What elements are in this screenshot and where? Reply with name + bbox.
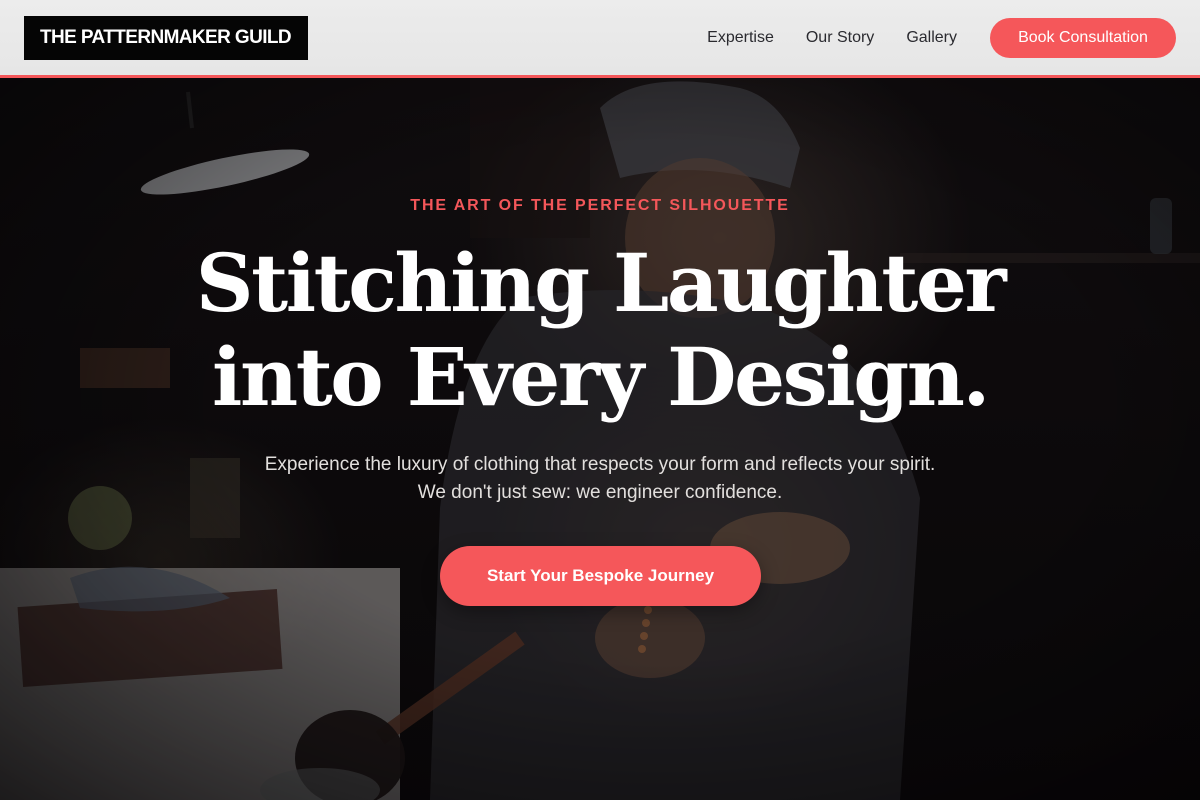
hero-headline: Stitching Laughter into Every Design. bbox=[0, 236, 1200, 424]
site-header: THE PATTERNMAKER GUILD Expertise Our Sto… bbox=[0, 0, 1200, 78]
hero-description: Experience the luxury of clothing that r… bbox=[264, 454, 936, 503]
nav-link-expertise[interactable]: Expertise bbox=[707, 29, 774, 47]
hero-headline-line-2: into Every Design. bbox=[211, 330, 990, 424]
hero-headline-line-1: Stitching Laughter bbox=[195, 236, 1007, 330]
hero-overlay bbox=[0, 78, 1200, 800]
hero-section bbox=[0, 78, 1200, 800]
nav-link-gallery[interactable]: Gallery bbox=[906, 29, 957, 47]
main-nav: Expertise Our Story Gallery Book Consult… bbox=[707, 0, 1176, 76]
hero-eyebrow: THE ART OF THE PERFECT SILHOUETTE bbox=[410, 197, 790, 214]
nav-link-our-story[interactable]: Our Story bbox=[806, 29, 874, 47]
brand-logo[interactable]: THE PATTERNMAKER GUILD bbox=[24, 16, 308, 60]
start-journey-button[interactable]: Start Your Bespoke Journey bbox=[440, 546, 761, 606]
book-consultation-button[interactable]: Book Consultation bbox=[990, 18, 1176, 58]
